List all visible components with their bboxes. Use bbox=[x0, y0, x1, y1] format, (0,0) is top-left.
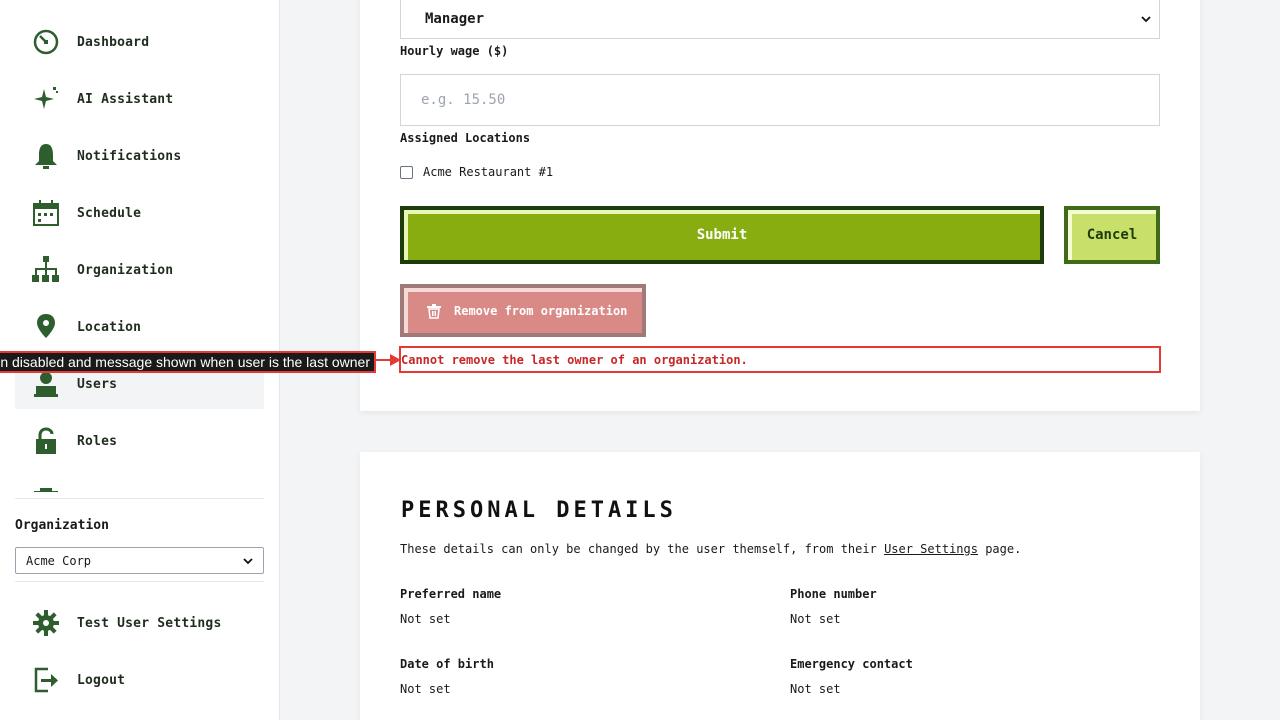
sidebar-divider bbox=[15, 581, 264, 582]
chevron-down-icon bbox=[243, 557, 253, 564]
personal-details-title: PERSONAL DETAILS bbox=[401, 498, 677, 523]
hourly-wage-label: Hourly wage ($) bbox=[400, 44, 509, 58]
sidebar-item-schedule[interactable]: Schedule bbox=[15, 188, 264, 238]
date-of-birth-label: Date of birth bbox=[400, 657, 494, 671]
calendar-icon bbox=[33, 200, 59, 226]
sidebar-item-location[interactable]: Location bbox=[15, 302, 264, 352]
sidebar-item-label: Location bbox=[77, 319, 142, 335]
user-settings-link[interactable]: User Settings bbox=[884, 542, 978, 556]
sparkle-icon bbox=[34, 87, 58, 109]
role-select[interactable]: Manager bbox=[400, 0, 1160, 39]
sidebar-item-label: Notifications bbox=[77, 148, 182, 164]
gear-icon bbox=[33, 610, 59, 636]
personal-details-card bbox=[360, 452, 1200, 720]
location-checkbox-label: Acme Restaurant #1 bbox=[423, 165, 554, 179]
phone-number-value: Not set bbox=[790, 612, 841, 626]
chevron-down-icon bbox=[1141, 15, 1151, 22]
phone-number-label: Phone number bbox=[790, 587, 877, 601]
preferred-name-value: Not set bbox=[400, 612, 451, 626]
sidebar-item-roles[interactable]: Roles bbox=[15, 416, 264, 466]
dashboard-icon bbox=[33, 29, 59, 55]
location-checkbox[interactable] bbox=[400, 165, 413, 179]
annotation-arrow-icon bbox=[376, 354, 401, 366]
remove-from-organization-button[interactable]: Remove from organization bbox=[400, 284, 646, 337]
date-of-birth-value: Not set bbox=[400, 682, 451, 696]
hourly-wage-input[interactable] bbox=[400, 74, 1160, 126]
sidebar-item-label: AI Assistant bbox=[77, 91, 174, 107]
sidebar-item-test-user-settings[interactable]: Test User Settings bbox=[15, 598, 264, 648]
personal-details-description: These details can only be changed by the… bbox=[400, 542, 1021, 556]
location-pin-icon bbox=[37, 314, 55, 338]
sidebar-item-logout[interactable]: Logout bbox=[15, 655, 264, 705]
role-selected-value: Manager bbox=[425, 10, 485, 27]
organization-selected-value: Acme Corp bbox=[26, 553, 92, 568]
sidebar-item-dashboard[interactable]: Dashboard bbox=[15, 17, 264, 67]
sidebar-divider bbox=[15, 498, 264, 499]
organization-label: Organization bbox=[15, 518, 109, 533]
trash-icon bbox=[427, 303, 441, 319]
cancel-button[interactable]: Cancel bbox=[1064, 206, 1160, 264]
lock-icon bbox=[36, 427, 56, 454]
sidebar-item-label: Organization bbox=[77, 262, 174, 278]
remove-button-label: Remove from organization bbox=[454, 303, 628, 318]
sidebar-item-label: Roles bbox=[77, 433, 118, 449]
sidebar-item-organization[interactable]: Organization bbox=[15, 245, 264, 295]
description-suffix: page. bbox=[977, 542, 1022, 556]
annotation-callout: on disabled and message shown when user … bbox=[0, 351, 376, 373]
logout-icon bbox=[34, 667, 58, 693]
emergency-contact-value: Not set bbox=[790, 682, 841, 696]
sidebar-item-label: Logout bbox=[77, 672, 126, 688]
error-message: Cannot remove the last owner of an organ… bbox=[399, 346, 1161, 373]
sidebar-item-label: Schedule bbox=[77, 205, 142, 221]
emergency-contact-label: Emergency contact bbox=[790, 657, 913, 671]
sidebar-item-label: Dashboard bbox=[77, 34, 150, 50]
org-chart-icon bbox=[32, 256, 59, 282]
sidebar-item-label: Users bbox=[77, 376, 118, 392]
preferred-name-label: Preferred name bbox=[400, 587, 502, 601]
sidebar-item-notifications[interactable]: Notifications bbox=[15, 131, 264, 181]
sidebar-item-label: Test User Settings bbox=[77, 615, 222, 631]
submit-button[interactable]: Submit bbox=[400, 206, 1044, 264]
organization-select[interactable]: Acme Corp bbox=[15, 547, 264, 574]
sidebar-item-ai-assistant[interactable]: AI Assistant bbox=[15, 74, 264, 124]
description-prefix: These details can only be changed by the… bbox=[400, 542, 885, 556]
partial-nav-icon bbox=[30, 486, 62, 492]
location-checkbox-row[interactable]: Acme Restaurant #1 bbox=[400, 165, 553, 179]
bell-icon bbox=[35, 144, 57, 169]
assigned-locations-label: Assigned Locations bbox=[400, 131, 531, 145]
